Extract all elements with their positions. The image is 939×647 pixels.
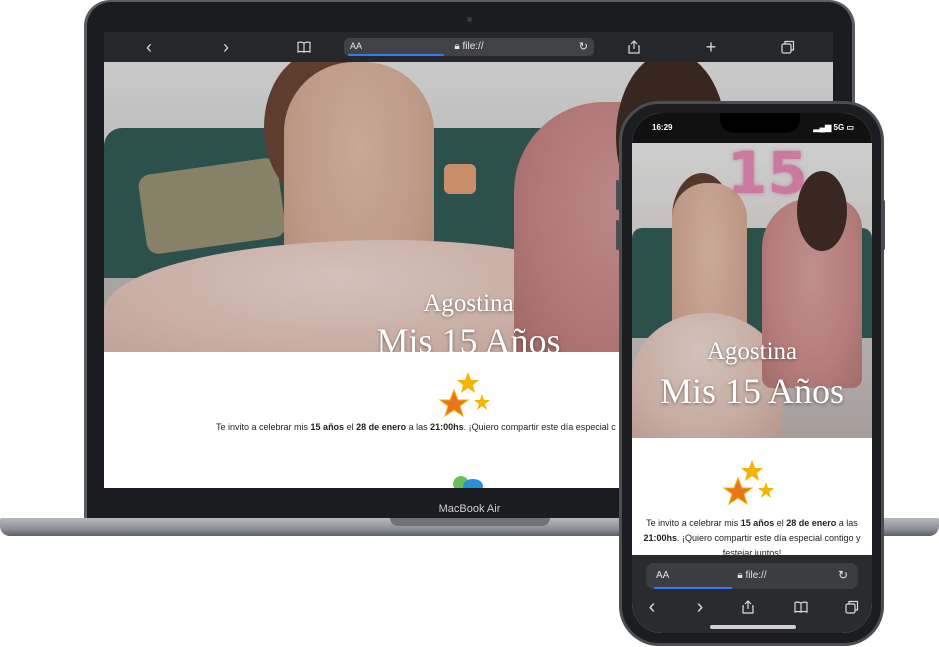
tabs-icon bbox=[845, 600, 859, 614]
browser-toolbar: ‹ › AA 🔒︎ file:// ↻ + bbox=[104, 32, 833, 62]
status-time: 16:29 bbox=[652, 123, 673, 132]
share-button[interactable] bbox=[624, 37, 644, 57]
lock-icon: 🔒︎ bbox=[454, 41, 460, 52]
status-signal: ▂▄▆ 5G ▭ bbox=[813, 123, 854, 132]
back-button[interactable]: ‹ bbox=[139, 37, 159, 57]
invitation-text: Te invito a celebrar mis 15 años el 28 d… bbox=[216, 422, 616, 432]
load-progress-bar bbox=[348, 54, 444, 56]
stars-icon bbox=[722, 458, 782, 508]
reload-icon[interactable]: ↻ bbox=[838, 568, 848, 582]
hero-subtitle: Agostina bbox=[706, 338, 798, 365]
url-value: file:// bbox=[462, 41, 484, 52]
laptop-notch bbox=[390, 518, 550, 526]
phone-screen: 16:29 ▂▄▆ 5G ▭ 15 Agostina Mis 15 Años T… bbox=[632, 113, 872, 633]
phone-hero-image: 15 Agostina Mis 15 Años bbox=[632, 143, 872, 438]
bookmarks-button[interactable] bbox=[294, 37, 314, 57]
tabs-button[interactable] bbox=[840, 597, 864, 617]
phone-address-bar[interactable]: AA 🔒︎ file:// ↻ bbox=[646, 563, 858, 589]
new-tab-button[interactable]: + bbox=[701, 37, 721, 57]
laptop-camera bbox=[467, 17, 472, 22]
dynamic-island bbox=[720, 113, 800, 133]
address-bar[interactable]: AA 🔒︎ file:// ↻ bbox=[344, 38, 594, 56]
share-icon bbox=[628, 40, 640, 54]
url-text: 🔒︎ file:// bbox=[344, 41, 594, 52]
forward-button[interactable]: › bbox=[688, 597, 712, 617]
hero-title: Mis 15 Años bbox=[659, 371, 845, 411]
gift-icon bbox=[449, 472, 489, 488]
back-button[interactable]: ‹ bbox=[640, 597, 664, 617]
signal-icon: ▂▄▆ bbox=[813, 123, 834, 132]
bookmarks-button[interactable] bbox=[789, 597, 813, 617]
load-progress-bar bbox=[654, 587, 732, 589]
lock-icon: 🔒︎ bbox=[737, 570, 743, 581]
book-icon bbox=[794, 601, 808, 613]
home-indicator[interactable] bbox=[710, 625, 796, 629]
forward-button[interactable]: › bbox=[216, 37, 236, 57]
book-icon bbox=[297, 41, 311, 53]
url-text: 🔒︎ file:// bbox=[737, 570, 767, 581]
share-icon bbox=[742, 600, 754, 614]
battery-icon: ▭ bbox=[846, 123, 854, 132]
stars-icon bbox=[438, 370, 498, 420]
phone-browser-bar: AA 🔒︎ file:// ↻ ‹ › bbox=[632, 555, 872, 633]
tabs-button[interactable] bbox=[778, 37, 798, 57]
tabs-icon bbox=[781, 40, 795, 54]
share-button[interactable] bbox=[736, 597, 760, 617]
reload-icon[interactable]: ↻ bbox=[579, 40, 588, 53]
